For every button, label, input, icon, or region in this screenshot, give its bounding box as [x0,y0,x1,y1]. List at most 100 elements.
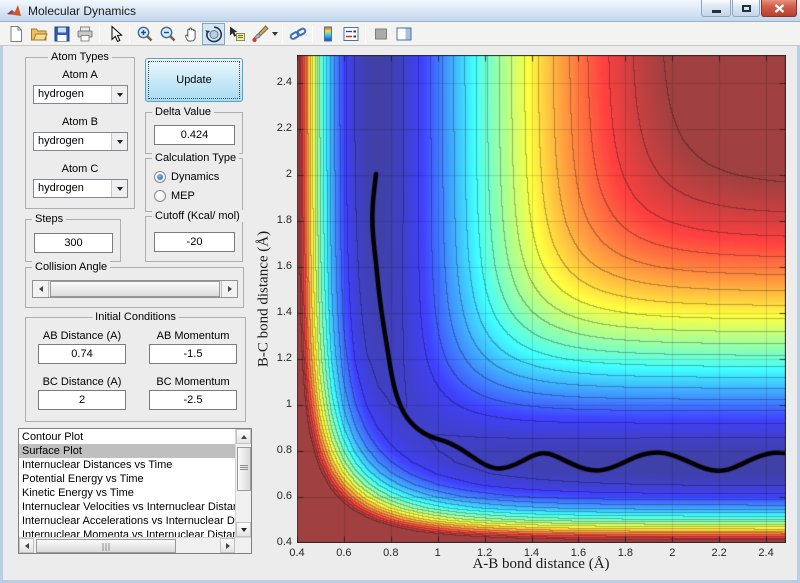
y-axis-label: B-C bond distance (Å) [255,230,272,368]
save-icon [54,26,69,41]
matlab-app-icon [7,5,21,16]
hide-plot-tools-icon [374,28,387,39]
pointer-icon [111,24,123,42]
bc-momentum-label: BC Momentum [156,376,230,388]
x-axis-label: A-B bond distance (Å) [472,556,610,572]
title-bar: Molecular Dynamics [0,0,800,22]
scroll-down-button[interactable] [236,522,251,537]
scroll-right-button[interactable] [220,538,235,553]
x-tick-label: 1.8 [617,547,633,559]
y-tick-label: 2.2 [276,122,292,135]
atom-a-label: Atom A [62,69,98,81]
link-plot-button[interactable] [286,23,309,45]
atom-c-label: Atom C [61,163,99,175]
atom-c-dropdown[interactable]: hydrogen [33,179,128,198]
app-window: Molecular Dynamics Atom Types Atom A hyd… [0,0,800,583]
pes-contour-plot[interactable] [297,55,786,543]
brush-data-button[interactable] [248,23,271,45]
initial-conditions-group: Initial Conditions AB Distance (A) AB Mo… [25,311,246,422]
cutoff-field[interactable] [154,232,235,252]
atom-a-dropdown[interactable]: hydrogen [33,85,128,104]
atom-a-value: hydrogen [38,88,84,100]
list-item[interactable]: Internuclear Distances vs Time [19,458,235,472]
ab-distance-field[interactable] [38,344,126,364]
ab-momentum-label: AB Momentum [156,330,230,342]
toolbar-separator [282,24,283,43]
zoom-in-button[interactable] [133,23,156,45]
pan-button[interactable] [179,23,202,45]
dropdown-arrow-icon[interactable] [111,180,127,197]
print-figure-button[interactable] [73,23,96,45]
atom-b-dropdown[interactable]: hydrogen [33,132,128,151]
mep-radio[interactable] [154,190,166,202]
plot-type-listbox[interactable]: Contour Plot Surface Plot Internuclear Dis… [18,428,252,554]
zoom-in-icon [137,26,152,41]
close-icon [774,3,784,13]
x-tick-label: 2.2 [711,547,727,559]
new-file-button[interactable] [4,23,27,45]
y-tick-label: 2.4 [276,76,292,89]
horizontal-scrollbar[interactable] [19,537,251,553]
list-item[interactable]: Internuclear Accelerations vs Internucle… [19,514,235,528]
collision-angle-slider[interactable] [32,280,238,298]
edit-plot-button[interactable] [103,23,126,45]
y-tick-label: 0.6 [276,490,292,502]
vertical-scroll-thumb[interactable] [237,447,251,491]
list-item[interactable]: Kinetic Energy vs Time [19,486,235,500]
list-item[interactable]: Contour Plot [19,430,235,444]
steps-field[interactable] [34,233,113,253]
atom-b-label: Atom B [61,116,99,128]
ab-momentum-field[interactable] [149,344,237,364]
slider-left-arrow[interactable] [33,281,49,297]
horizontal-scroll-thumb[interactable] [36,539,176,553]
save-figure-button[interactable] [50,23,73,45]
scroll-up-button[interactable] [236,429,251,444]
minimize-icon [711,9,721,13]
slider-right-arrow[interactable] [221,281,237,297]
data-cursor-button[interactable] [225,23,248,45]
show-plot-tools-button[interactable] [392,23,415,45]
slider-thumb[interactable] [50,281,220,297]
cutoff-title: Cutoff (Kcal/ mol) [152,210,243,222]
hide-plot-tools-button[interactable] [369,23,392,45]
update-button[interactable]: Update [145,58,243,102]
minimize-button[interactable] [701,0,731,17]
list-item[interactable]: Surface Plot [19,444,235,458]
dynamics-radio[interactable] [154,171,166,183]
steps-title: Steps [32,213,67,225]
x-tick-label: 0.4 [289,547,305,559]
toolbar-separator [129,24,130,43]
delta-value-field[interactable] [154,125,235,145]
x-tick-label: 2 [669,547,676,559]
zoom-out-button[interactable] [156,23,179,45]
collision-angle-group: Collision Angle [25,261,244,308]
link-icon [289,27,306,40]
atom-types-group: Atom Types Atom A hydrogen Atom B hydrog… [25,51,135,209]
vertical-scrollbar[interactable] [235,429,251,537]
rotate-3d-button[interactable] [202,22,225,45]
list-item[interactable]: Potential Energy vs Time [19,472,235,486]
bc-momentum-field[interactable] [149,390,237,410]
insert-colorbar-button[interactable] [316,23,339,45]
pan-hand-icon [184,26,196,41]
scroll-left-button[interactable] [19,538,34,553]
new-file-icon [10,25,22,42]
dropdown-arrow-icon[interactable] [111,86,127,103]
insert-legend-button[interactable] [339,23,362,45]
delta-value-title: Delta Value [152,106,215,118]
dynamics-label: Dynamics [171,171,220,183]
steps-group: Steps [25,213,121,262]
list-item[interactable]: Internuclear Momenta vs Internuclear Dis… [19,528,235,537]
brush-dropdown-caret[interactable] [271,23,279,45]
open-file-button[interactable] [27,23,50,45]
list-item[interactable]: Internuclear Velocities vs Internuclear … [19,500,235,514]
collision-angle-title: Collision Angle [32,261,111,273]
calculation-type-group: Calculation Type Dynamics MEP [145,152,243,212]
dropdown-arrow-icon[interactable] [111,133,127,150]
maximize-button[interactable] [732,0,760,17]
zoom-out-icon [160,26,175,41]
bc-distance-field[interactable] [38,390,126,410]
colorbar-icon [323,26,332,41]
close-button[interactable] [761,0,797,17]
mep-label: MEP [171,190,195,202]
